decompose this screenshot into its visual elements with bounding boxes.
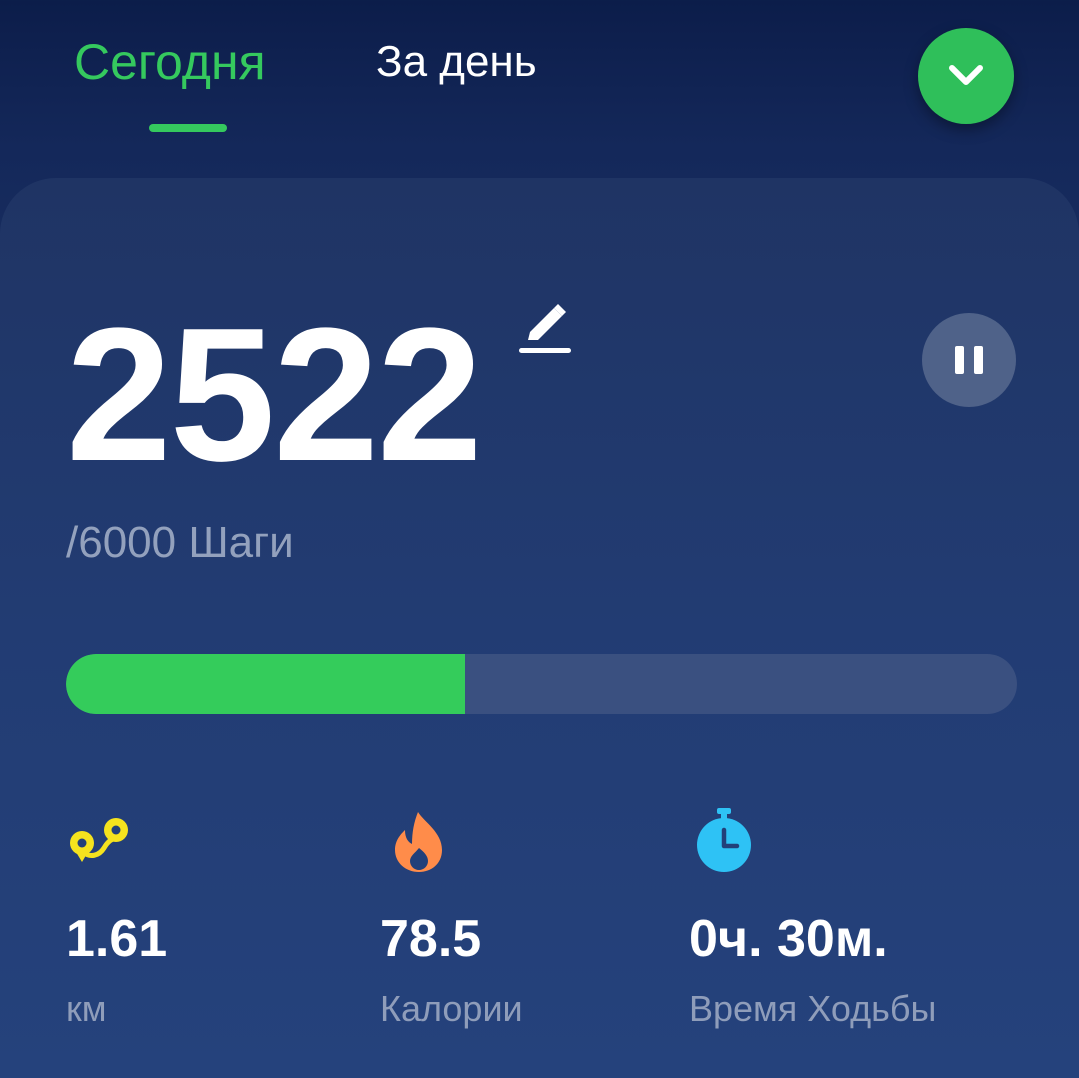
calories-stat: 78.5 Калории bbox=[380, 808, 680, 1029]
calories-value: 78.5 bbox=[380, 910, 482, 968]
active-tab-indicator bbox=[149, 124, 227, 132]
distance-label: км bbox=[66, 988, 107, 1029]
pause-button[interactable] bbox=[922, 313, 1016, 407]
chevron-down-icon bbox=[949, 65, 983, 85]
stopwatch-icon bbox=[697, 808, 751, 872]
step-goal: /6000 Шаги bbox=[66, 518, 294, 567]
expand-button[interactable] bbox=[918, 28, 1014, 124]
pause-icon bbox=[950, 346, 988, 374]
distance-stat: 1.61 км bbox=[66, 808, 366, 1029]
tab-day[interactable]: За день bbox=[376, 30, 537, 94]
steps-progress-fill bbox=[66, 654, 466, 714]
distance-value: 1.61 bbox=[66, 910, 168, 968]
tab-today[interactable]: Сегодня bbox=[74, 30, 266, 94]
flame-icon bbox=[395, 812, 442, 872]
route-pin-icon bbox=[70, 818, 128, 862]
walking-time-stat: 0ч. 30м. Время Ходьбы bbox=[689, 808, 989, 1029]
walking-time-value: 0ч. 30м. bbox=[689, 910, 888, 968]
calories-label: Калории bbox=[380, 988, 523, 1029]
walking-time-label: Время Ходьбы bbox=[689, 988, 937, 1029]
step-count: 2522 bbox=[66, 289, 483, 501]
pencil-icon[interactable] bbox=[516, 298, 574, 358]
steps-progress-bar bbox=[66, 654, 1017, 714]
